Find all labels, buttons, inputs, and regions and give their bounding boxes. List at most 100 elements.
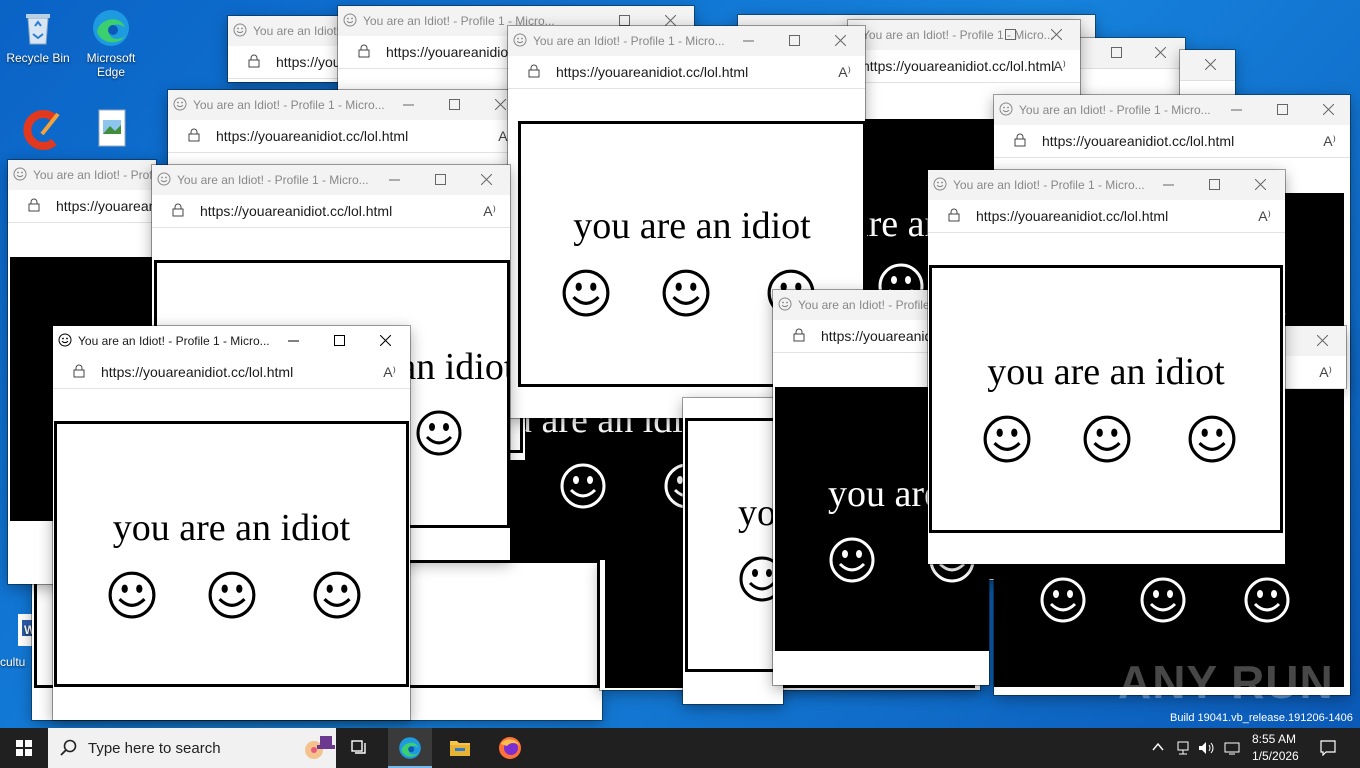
clock-time[interactable]: 8:55 AM <box>1252 732 1296 746</box>
windows-start-icon <box>16 740 32 756</box>
read-aloud-icon[interactable]: A⁾ <box>1258 208 1271 225</box>
clock-date[interactable]: 1/5/2026 <box>1252 749 1299 763</box>
address-bar[interactable]: https://youareanidiot.cc/lol.html A⁾ <box>508 56 865 89</box>
close-button[interactable] <box>1238 170 1284 200</box>
desktop-icon-edge[interactable]: Microsoft Edge <box>73 8 149 79</box>
title-bar[interactable]: You are an Idiot! - Profile 1 - Micro... <box>928 170 1285 201</box>
maximize-button[interactable] <box>317 326 363 356</box>
browser-window[interactable]: You are an Idiot! - Profile 1 - Micro...… <box>53 326 410 720</box>
notification-center-icon[interactable] <box>1320 740 1336 756</box>
url-text[interactable]: https://youareanidiot.cc/lol.html <box>200 203 392 219</box>
address-bar[interactable]: https://youareanidiot.cc/lol.html <box>228 46 346 79</box>
read-aloud-icon[interactable]: A⁾ <box>383 364 396 381</box>
window-title: You are an Idiot! - Profile 1 - Micro... <box>193 98 385 112</box>
desktop-icon-image-file[interactable] <box>73 108 149 151</box>
title-bar[interactable] <box>1080 38 1185 69</box>
address-bar[interactable]: https://youareanidiot.cc/lol.html A⁾ <box>848 50 1080 83</box>
desktop-icon-label: Microsoft Edge <box>86 51 136 79</box>
minimize-button[interactable] <box>726 26 772 56</box>
maximize-button[interactable] <box>432 90 478 120</box>
title-bar[interactable]: You are an Idiot! - Profile 1 - Micro... <box>152 165 510 196</box>
title-bar[interactable]: You are an Idiot! - Profile 1 - Micro... <box>228 16 346 47</box>
minimize-button[interactable] <box>386 90 432 120</box>
title-bar[interactable]: You are an Idiot! - Profile 1 - Micro... <box>8 160 156 191</box>
lock-icon <box>28 198 40 212</box>
read-aloud-icon[interactable]: A⁾ <box>483 203 496 220</box>
smiley-favicon-icon <box>13 167 27 181</box>
lock-icon <box>358 44 370 58</box>
close-button[interactable] <box>1306 95 1350 125</box>
maximize-button[interactable] <box>1192 170 1238 200</box>
address-bar[interactable]: https://youareanidiot.cc/lol.html A⁾ <box>53 356 410 389</box>
lock-icon <box>1014 133 1026 147</box>
start-button[interactable] <box>0 728 48 768</box>
url-text[interactable]: https://youareanidiot.cc/lol.html <box>862 58 1054 74</box>
network-icon[interactable] <box>1176 740 1190 756</box>
smiley-icon <box>108 571 156 619</box>
maximize-button[interactable] <box>1094 38 1140 68</box>
title-bar[interactable]: You are an Idiot! - Profile 1 - Micro... <box>53 326 410 357</box>
lock-icon <box>793 328 805 342</box>
close-button[interactable] <box>1034 20 1080 50</box>
close-button[interactable] <box>363 326 409 356</box>
url-text[interactable]: https://youareanidiot.cc/lol.html <box>101 364 293 380</box>
maximize-button[interactable] <box>418 165 464 195</box>
smiley-favicon-icon <box>778 297 792 311</box>
input-method-icon[interactable] <box>1224 740 1240 756</box>
anyrun-watermark: ANY RUN <box>1118 656 1334 708</box>
taskbar-file-explorer-button[interactable] <box>440 728 480 768</box>
address-bar[interactable]: https://youareanidiot.cc/lol.html A⁾ <box>928 200 1285 233</box>
url-text[interactable]: https://youareanidiot.cc/lol.html <box>216 128 408 144</box>
maximize-button[interactable] <box>1260 95 1306 125</box>
title-bar[interactable]: You are an Idiot! - Profile 1 - Micro... <box>994 95 1350 126</box>
address-bar[interactable]: https://youareanidiot.cc/lol.html <box>8 190 156 223</box>
smiley-icon <box>1083 415 1131 463</box>
maximize-button[interactable] <box>772 26 818 56</box>
window-title: You are an Idiot! - Profile 1 - Micro... <box>177 173 369 187</box>
url-text[interactable]: https://youareanidiot.cc/lol.html <box>276 54 346 70</box>
read-aloud-icon[interactable]: A⁾ <box>1323 133 1336 150</box>
close-button[interactable] <box>1138 38 1184 68</box>
browser-window[interactable]: You are an Idiot! - Profile 1 - Micro...… <box>228 16 346 82</box>
desktop-icon-recycle-bin[interactable]: Recycle Bin <box>0 8 76 65</box>
search-placeholder: Type here to search <box>88 740 221 757</box>
recycle-bin-icon <box>18 8 58 48</box>
title-bar[interactable]: You are an Idiot! - Profile 1 - Micro... <box>168 90 525 121</box>
title-bar[interactable]: You are an Idiot! - Profile 1 - Micro... <box>848 20 1080 51</box>
url-text[interactable]: https://youareanidiot.cc/lol.html <box>976 208 1168 224</box>
taskbar-firefox-button[interactable] <box>490 728 530 768</box>
address-bar[interactable]: https://youareanidiot.cc/lol.html A⁾ <box>152 195 510 228</box>
read-aloud-icon[interactable]: A⁾ <box>1053 58 1066 75</box>
url-text[interactable]: https://youareanidiot.cc/lol.html <box>56 198 156 214</box>
read-aloud-icon[interactable]: A⁾ <box>838 64 851 81</box>
tray-chevron-up-icon[interactable] <box>1152 742 1164 752</box>
idiot-text: you are an idiot <box>987 351 1225 393</box>
url-text[interactable]: https://youareanidiot.cc/lol.html <box>1042 133 1234 149</box>
desktop-icon-ccleaner[interactable] <box>0 108 76 151</box>
taskbar-edge-button[interactable] <box>388 728 432 768</box>
smiley-favicon-icon <box>173 97 187 111</box>
title-bar[interactable]: You are an Idiot! - Profile 1 - Micro... <box>508 26 865 57</box>
smiley-icon <box>562 269 610 317</box>
browser-window[interactable]: you are an idiot <box>683 398 783 704</box>
title-bar[interactable] <box>1180 50 1235 81</box>
close-button[interactable] <box>818 26 864 56</box>
minimize-button[interactable] <box>1214 95 1260 125</box>
minimize-button[interactable] <box>271 326 317 356</box>
address-bar[interactable]: https://youareanidiot.cc/lol.html A⁾ <box>168 120 525 153</box>
close-button[interactable] <box>1300 326 1346 356</box>
close-button[interactable] <box>464 165 510 195</box>
idiot-panel: you are an idiot <box>929 265 1283 533</box>
smiley-icon <box>1244 577 1290 623</box>
taskbar-search-box[interactable]: Type here to search <box>48 728 336 768</box>
read-aloud-icon[interactable]: A⁾ <box>1319 364 1332 381</box>
volume-icon[interactable] <box>1198 740 1216 756</box>
maximize-button[interactable] <box>988 20 1034 50</box>
close-button[interactable] <box>1188 50 1234 80</box>
address-bar[interactable]: https://youareanidiot.cc/lol.html A⁾ <box>994 125 1350 158</box>
url-text[interactable]: https://youareanidiot.cc/lol.html <box>556 64 748 80</box>
minimize-button[interactable] <box>372 165 418 195</box>
minimize-button[interactable] <box>1146 170 1192 200</box>
task-view-button[interactable] <box>344 728 376 768</box>
browser-window[interactable]: You are an Idiot! - Profile 1 - Micro...… <box>928 170 1285 564</box>
